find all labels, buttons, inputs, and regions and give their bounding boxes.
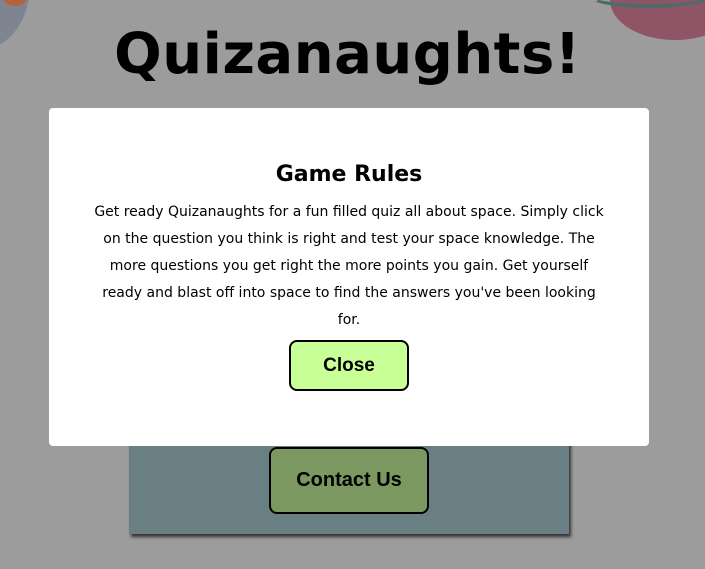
modal-title: Game Rules: [275, 162, 423, 187]
page: Quizanaughts! Contact Us Game Rules Get …: [0, 0, 705, 569]
modal-body-text: Get ready Quizanaughts for a fun filled …: [94, 204, 604, 328]
page-title: Quizanaughts!: [114, 22, 581, 87]
rules-modal: Game Rules Get ready Quizanaughts for a …: [49, 108, 649, 446]
close-button[interactable]: Close: [289, 340, 409, 391]
contact-us-button[interactable]: Contact Us: [269, 447, 429, 514]
